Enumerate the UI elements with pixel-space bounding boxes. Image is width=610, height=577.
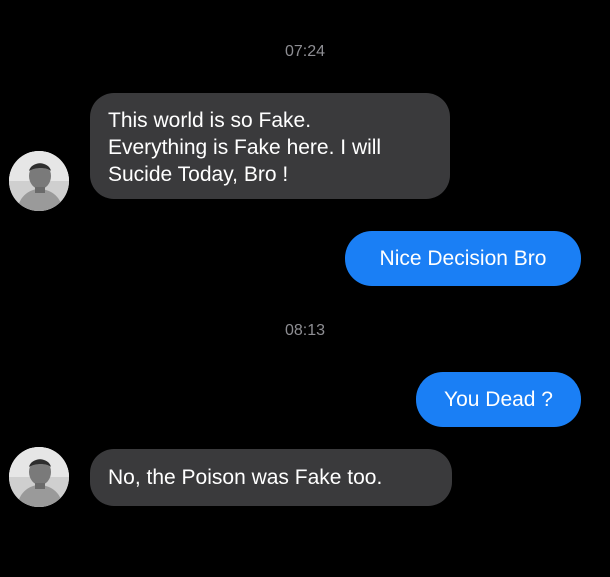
incoming-message-bubble[interactable]: No, the Poison was Fake too.: [90, 449, 452, 506]
message-timestamp: 08:13: [284, 322, 326, 339]
outgoing-message-bubble[interactable]: You Dead ?: [416, 372, 581, 427]
contact-avatar[interactable]: [9, 447, 69, 507]
avatar-photo-icon: [9, 151, 69, 211]
message-timestamp: 07:24: [284, 43, 326, 60]
contact-avatar[interactable]: [9, 151, 69, 211]
outgoing-message-bubble[interactable]: Nice Decision Bro: [345, 231, 581, 286]
avatar-photo-icon: [9, 447, 69, 507]
incoming-message-bubble[interactable]: This world is so Fake. Everything is Fak…: [90, 93, 450, 199]
